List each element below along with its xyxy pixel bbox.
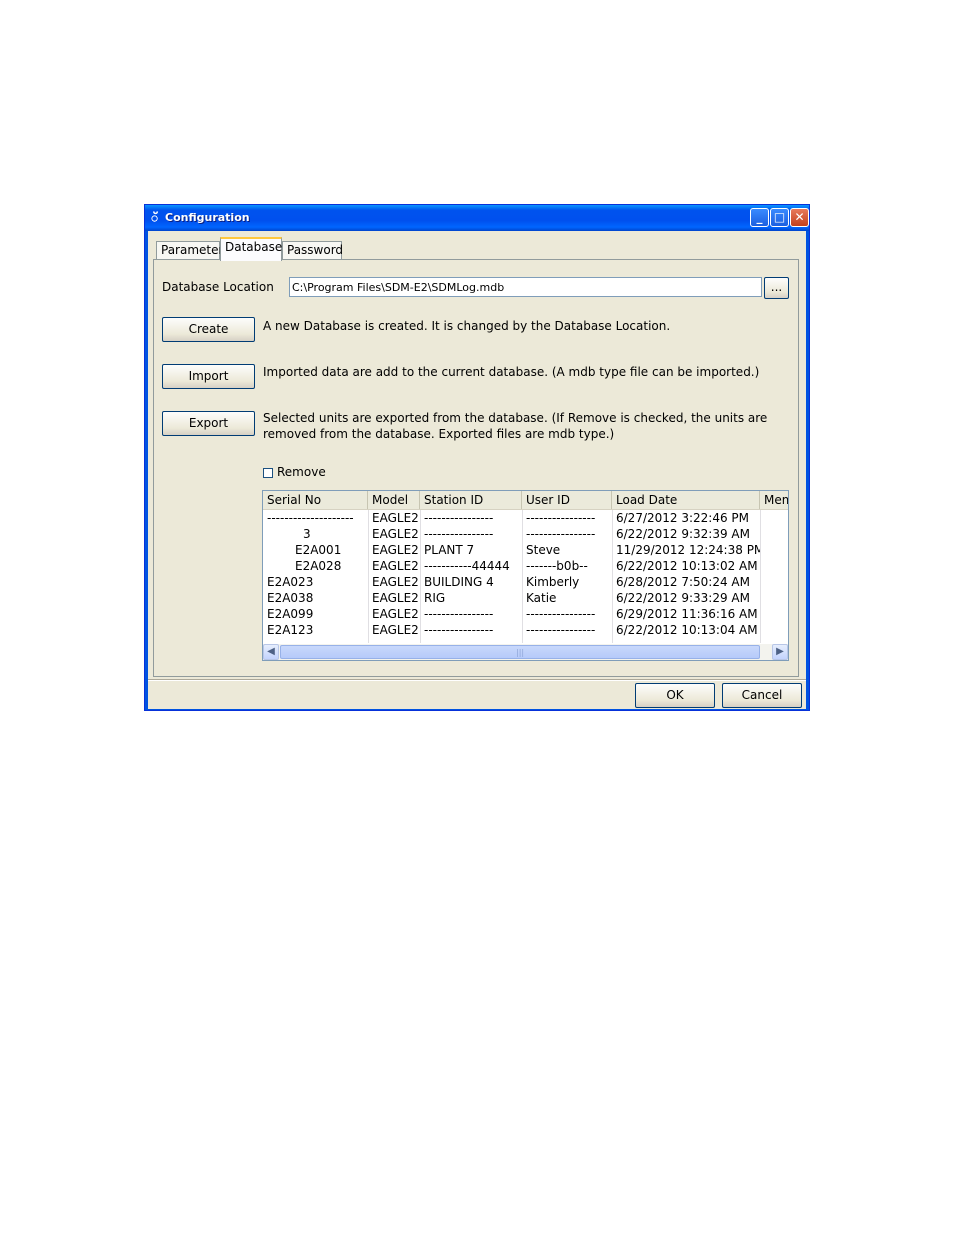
table-row[interactable]: -------------------- EAGLE2 ------------… bbox=[263, 510, 788, 526]
cell-serial-no: E2A001 bbox=[295, 543, 342, 557]
cell-user-id: ---------------- bbox=[526, 607, 596, 621]
table-row[interactable]: E2A001 EAGLE2 PLANT 7 Steve 11/29/2012 1… bbox=[263, 542, 788, 558]
scroll-right-icon: ▶ bbox=[776, 646, 784, 657]
title-bar[interactable]: ॅ Configuration _ □ ✕ bbox=[145, 205, 809, 231]
list-header: Serial No Model Station ID User ID Load … bbox=[263, 491, 788, 510]
cell-model: EAGLE2 bbox=[372, 623, 419, 637]
cell-station-id: ---------------- bbox=[424, 527, 494, 541]
column-header-serial-no[interactable]: Serial No bbox=[263, 491, 368, 509]
scroll-left-button[interactable]: ◀ bbox=[263, 644, 279, 660]
remove-label[interactable]: Remove bbox=[277, 465, 326, 479]
cell-station-id: ---------------- bbox=[424, 511, 494, 525]
cell-station-id: BUILDING 4 bbox=[424, 575, 494, 589]
scroll-right-button[interactable]: ▶ bbox=[772, 644, 788, 660]
cell-load-date: 6/27/2012 3:22:46 PM bbox=[616, 511, 750, 525]
cell-load-date: 6/22/2012 9:33:29 AM bbox=[616, 591, 750, 605]
tab-database[interactable]: Database bbox=[220, 237, 282, 261]
column-header-mem[interactable]: Mem bbox=[760, 491, 788, 509]
cell-model: EAGLE2 bbox=[372, 511, 419, 525]
cell-load-date: 11/29/2012 12:24:38 PM bbox=[616, 543, 760, 557]
cell-user-id: Kimberly bbox=[526, 575, 580, 589]
tab-parameter[interactable]: Parameter bbox=[156, 241, 223, 259]
export-description-line2: removed from the database. Exported file… bbox=[263, 427, 615, 441]
units-list[interactable]: Serial No Model Station ID User ID Load … bbox=[262, 490, 789, 661]
cell-load-date: 6/22/2012 9:32:39 AM bbox=[616, 527, 750, 541]
cell-user-id: -------b0b-- bbox=[526, 559, 588, 573]
cell-user-id: ---------------- bbox=[526, 527, 596, 541]
table-row[interactable]: E2A023 EAGLE2 BUILDING 4 Kimberly 6/28/2… bbox=[263, 574, 788, 590]
cell-user-id: Steve bbox=[526, 543, 561, 557]
table-row[interactable]: E2A028 EAGLE2 -----------44444 -------b0… bbox=[263, 558, 788, 574]
configuration-window: ॅ Configuration _ □ ✕ Parameter Database… bbox=[144, 204, 810, 711]
cell-model: EAGLE2 bbox=[372, 591, 419, 605]
maximize-button[interactable]: □ bbox=[770, 208, 789, 227]
cell-station-id: ---------------- bbox=[424, 607, 494, 621]
export-button[interactable]: Export bbox=[162, 411, 255, 436]
cell-load-date: 6/28/2012 7:50:24 AM bbox=[616, 575, 750, 589]
create-description: A new Database is created. It is changed… bbox=[263, 319, 671, 333]
column-header-load-date[interactable]: Load Date bbox=[612, 491, 760, 509]
cell-serial-no: -------------------- bbox=[267, 511, 354, 525]
cell-station-id: ---------------- bbox=[424, 623, 494, 637]
remove-checkbox[interactable] bbox=[263, 468, 273, 478]
cell-model: EAGLE2 bbox=[372, 607, 419, 621]
cell-load-date: 6/22/2012 10:13:04 AM bbox=[616, 623, 758, 637]
browse-button[interactable]: ... bbox=[764, 277, 789, 299]
ok-button[interactable]: OK bbox=[635, 683, 715, 708]
window-title: Configuration bbox=[165, 211, 250, 224]
horizontal-scrollbar[interactable]: ◀ ||| ▶ bbox=[263, 644, 788, 660]
export-description-line1: Selected units are exported from the dat… bbox=[263, 411, 768, 425]
cell-model: EAGLE2 bbox=[372, 559, 419, 573]
create-button[interactable]: Create bbox=[162, 317, 255, 342]
database-tab-panel: Database Location ... Create A new Datab… bbox=[153, 259, 799, 677]
database-location-label: Database Location bbox=[162, 280, 274, 294]
cell-station-id: RIG bbox=[424, 591, 446, 605]
list-rows: -------------------- EAGLE2 ------------… bbox=[263, 510, 788, 638]
column-header-station-id[interactable]: Station ID bbox=[420, 491, 522, 509]
table-row[interactable]: E2A038 EAGLE2 RIG Katie 6/22/2012 9:33:2… bbox=[263, 590, 788, 606]
dialog-client-area: Parameter Database Password Database Loc… bbox=[148, 231, 806, 709]
cell-model: EAGLE2 bbox=[372, 543, 419, 557]
cell-serial-no: E2A099 bbox=[267, 607, 314, 621]
cell-serial-no: E2A038 bbox=[267, 591, 314, 605]
cell-serial-no: E2A023 bbox=[267, 575, 314, 589]
column-header-user-id[interactable]: User ID bbox=[522, 491, 612, 509]
tab-password[interactable]: Password bbox=[282, 241, 343, 259]
table-row[interactable]: E2A123 EAGLE2 ---------------- ---------… bbox=[263, 622, 788, 638]
grip-icon: ||| bbox=[516, 648, 525, 657]
cancel-button[interactable]: Cancel bbox=[722, 683, 802, 708]
scroll-thumb[interactable]: ||| bbox=[280, 645, 760, 659]
scroll-left-icon: ◀ bbox=[267, 646, 275, 657]
cell-serial-no: 3 bbox=[303, 527, 311, 541]
cell-serial-no: E2A123 bbox=[267, 623, 314, 637]
import-button[interactable]: Import bbox=[162, 364, 255, 389]
table-row[interactable]: E2A099 EAGLE2 ---------------- ---------… bbox=[263, 606, 788, 622]
column-header-model[interactable]: Model bbox=[368, 491, 420, 509]
database-location-input[interactable] bbox=[289, 277, 762, 297]
import-description: Imported data are add to the current dat… bbox=[263, 365, 760, 379]
cell-user-id: Katie bbox=[526, 591, 557, 605]
cell-serial-no: E2A028 bbox=[295, 559, 342, 573]
table-row[interactable]: 3 EAGLE2 ---------------- --------------… bbox=[263, 526, 788, 542]
close-button[interactable]: ✕ bbox=[790, 208, 809, 227]
cell-station-id: -----------44444 bbox=[424, 559, 510, 573]
close-icon: ✕ bbox=[794, 210, 805, 224]
minimize-icon: _ bbox=[756, 210, 763, 224]
cell-user-id: ---------------- bbox=[526, 511, 596, 525]
maximize-icon: □ bbox=[773, 210, 786, 224]
footer-separator bbox=[148, 679, 806, 681]
cell-station-id: PLANT 7 bbox=[424, 543, 475, 557]
cell-load-date: 6/29/2012 11:36:16 AM bbox=[616, 607, 758, 621]
cell-model: EAGLE2 bbox=[372, 527, 419, 541]
cell-model: EAGLE2 bbox=[372, 575, 419, 589]
app-icon: ॅ bbox=[151, 211, 159, 225]
minimize-button[interactable]: _ bbox=[750, 208, 769, 227]
cell-load-date: 6/22/2012 10:13:02 AM bbox=[616, 559, 758, 573]
cell-user-id: ---------------- bbox=[526, 623, 596, 637]
